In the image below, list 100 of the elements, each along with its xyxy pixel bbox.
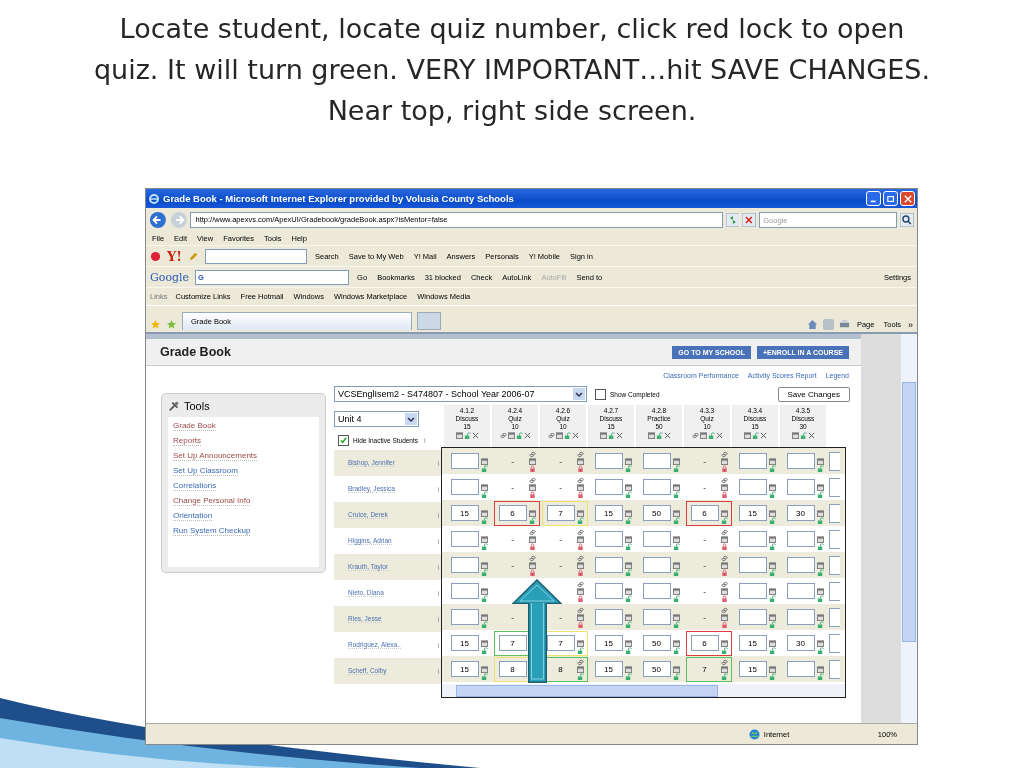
score-field[interactable]: [450, 557, 479, 573]
unlocked-padlock-icon[interactable]: [672, 595, 680, 602]
delete-icon[interactable]: [523, 432, 531, 439]
unit-select[interactable]: Unit 4: [334, 411, 419, 427]
tool-link[interactable]: Grade Book: [173, 421, 216, 431]
score-field[interactable]: [786, 583, 815, 599]
calendar-icon[interactable]: [720, 458, 728, 465]
calendar-icon[interactable]: [576, 562, 584, 569]
unlocked-padlock-icon[interactable]: [607, 432, 615, 439]
calendar-icon[interactable]: [672, 536, 680, 543]
score-field[interactable]: [594, 609, 623, 625]
unlocked-padlock-icon[interactable]: [816, 595, 824, 602]
unlocked-padlock-icon[interactable]: [480, 647, 488, 654]
score-field[interactable]: 6: [690, 635, 719, 651]
unlocked-padlock-icon[interactable]: [463, 432, 471, 439]
locked-padlock-icon[interactable]: [576, 491, 584, 498]
calendar-icon[interactable]: [672, 588, 680, 595]
unlocked-padlock-icon[interactable]: [624, 517, 632, 524]
score-field[interactable]: [450, 609, 479, 625]
calendar-icon[interactable]: [599, 432, 607, 439]
locked-padlock-icon[interactable]: [576, 569, 584, 576]
score-field[interactable]: [642, 609, 671, 625]
calendar-icon[interactable]: [768, 562, 776, 569]
home-icon[interactable]: [806, 319, 818, 330]
calendar-icon[interactable]: [768, 588, 776, 595]
calendar-icon[interactable]: [791, 432, 799, 439]
save-changes-button[interactable]: Save Changes: [777, 386, 850, 402]
link-icon[interactable]: [528, 555, 536, 562]
tool-link[interactable]: Orientation: [173, 511, 213, 521]
unlocked-padlock-icon[interactable]: [672, 621, 680, 628]
calendar-icon[interactable]: [480, 510, 488, 517]
tool-link[interactable]: Change Personal Info: [173, 496, 251, 506]
course-select[interactable]: VCSEnglIsem2 - S474807 - School Year 2006-07: [334, 386, 587, 402]
unlocked-padlock-icon[interactable]: [816, 569, 824, 576]
locked-padlock-icon[interactable]: [528, 543, 536, 550]
unlocked-padlock-icon[interactable]: [816, 621, 824, 628]
locked-padlock-icon[interactable]: [576, 543, 584, 550]
locked-padlock-icon[interactable]: [528, 491, 536, 498]
unlocked-padlock-icon[interactable]: [768, 621, 776, 628]
score-field[interactable]: [642, 583, 671, 599]
locked-padlock-icon[interactable]: [720, 543, 728, 550]
delete-icon[interactable]: [807, 432, 815, 439]
printer-icon[interactable]: [838, 319, 850, 330]
link-icon[interactable]: [499, 432, 507, 439]
tool-link[interactable]: Run System Checkup: [173, 526, 251, 536]
calendar-icon[interactable]: [624, 588, 632, 595]
calendar-icon[interactable]: [528, 536, 536, 543]
link-icon[interactable]: [547, 432, 555, 439]
checkbox[interactable]: [338, 434, 349, 446]
calendar-icon[interactable]: [768, 458, 776, 465]
link-icon[interactable]: [691, 432, 699, 439]
unlocked-padlock-icon[interactable]: [816, 543, 824, 550]
delete-icon[interactable]: [471, 432, 479, 439]
score-field[interactable]: [642, 453, 671, 469]
unlocked-padlock-icon[interactable]: [768, 673, 776, 680]
link-icon[interactable]: [720, 555, 728, 562]
locked-padlock-icon[interactable]: [720, 569, 728, 576]
partial-score-field[interactable]: [829, 659, 840, 679]
calendar-icon[interactable]: [480, 562, 488, 569]
unlocked-padlock-icon[interactable]: [624, 595, 632, 602]
locked-padlock-icon[interactable]: [720, 621, 728, 628]
score-field[interactable]: [786, 609, 815, 625]
score-field[interactable]: [738, 531, 767, 547]
calendar-icon[interactable]: [624, 666, 632, 673]
calendar-icon[interactable]: [743, 432, 751, 439]
calendar-icon[interactable]: [768, 614, 776, 621]
minimize-button[interactable]: [866, 191, 881, 206]
link-icon[interactable]: [576, 581, 584, 588]
unlocked-padlock-icon[interactable]: [816, 673, 824, 680]
calendar-icon[interactable]: [816, 666, 824, 673]
maximize-button[interactable]: [883, 191, 898, 206]
calendar-icon[interactable]: [699, 432, 707, 439]
calendar-icon[interactable]: [624, 510, 632, 517]
link-icon[interactable]: [720, 659, 728, 666]
score-field[interactable]: [594, 479, 623, 495]
calendar-icon[interactable]: [672, 484, 680, 491]
tool-link[interactable]: Set Up Announcements: [173, 451, 258, 461]
score-field[interactable]: [786, 479, 815, 495]
link-icon[interactable]: [576, 607, 584, 614]
score-field[interactable]: [642, 557, 671, 573]
delete-icon[interactable]: [663, 432, 671, 439]
calendar-icon[interactable]: [576, 614, 584, 621]
unlocked-padlock-icon[interactable]: [563, 432, 571, 439]
unlocked-padlock-icon[interactable]: [576, 517, 584, 524]
delete-icon[interactable]: [759, 432, 767, 439]
score-field[interactable]: 30: [786, 505, 815, 521]
partial-score-field[interactable]: [829, 503, 840, 523]
unlocked-padlock-icon[interactable]: [672, 517, 680, 524]
star-icon[interactable]: [150, 319, 161, 330]
calendar-icon[interactable]: [528, 484, 536, 491]
calendar-icon[interactable]: [672, 510, 680, 517]
calendar-icon[interactable]: [528, 458, 536, 465]
score-field[interactable]: 15: [738, 505, 767, 521]
unlocked-padlock-icon[interactable]: [672, 647, 680, 654]
calendar-icon[interactable]: [720, 510, 728, 517]
locked-padlock-icon[interactable]: [528, 569, 536, 576]
horizontal-scrollbar[interactable]: [442, 684, 845, 697]
partial-score-field[interactable]: [829, 633, 840, 653]
back-button[interactable]: [149, 211, 167, 229]
score-field[interactable]: [786, 557, 815, 573]
